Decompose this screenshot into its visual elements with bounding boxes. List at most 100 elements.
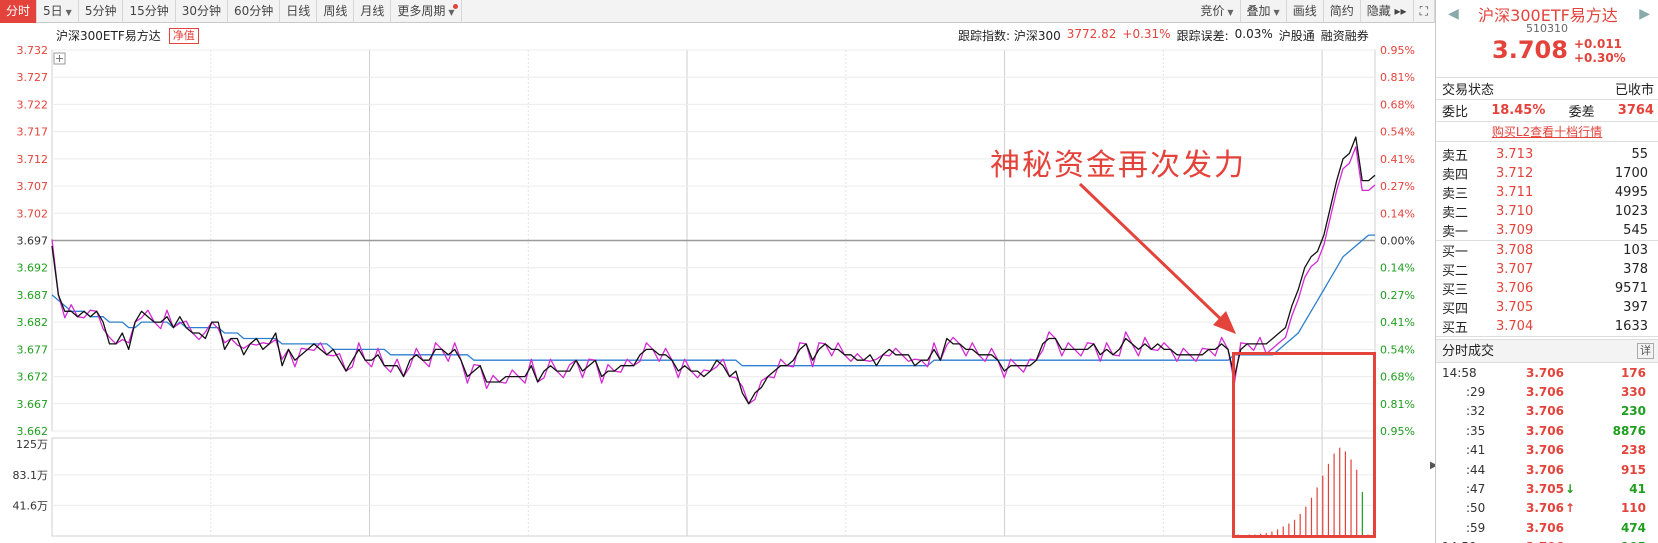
tick-time: :59	[1466, 520, 1486, 535]
toolbar-button-label: 画线	[1292, 4, 1317, 18]
order-book-price: 3.711	[1496, 185, 1534, 200]
order-book-vol: 397	[1623, 300, 1648, 315]
toolbar-button[interactable]: 60分钟	[228, 0, 281, 23]
toolbar-button[interactable]: 5日 ▼	[37, 0, 79, 23]
last-price: 3.708	[1492, 36, 1568, 64]
volume-pane-frame	[51, 437, 1376, 537]
toolbar-button[interactable]: 竞价 ▼	[1194, 0, 1241, 23]
y-right-tick-label: 0.95%	[1380, 425, 1415, 438]
y-left-tick-label: 3.692	[17, 262, 49, 275]
wc-value: 3764	[1617, 103, 1654, 118]
margin-link[interactable]: 融资融券	[1321, 27, 1369, 44]
tick-row: :41 3.706 238	[1436, 441, 1658, 460]
toolbar-button[interactable]: 日线	[280, 0, 318, 23]
tick-price-cell: 3.706	[1526, 421, 1588, 440]
y-right-tick-label: 0.81%	[1380, 398, 1415, 411]
tick-price: 3.706	[1526, 404, 1564, 419]
toolbar-button[interactable]: 更多周期 ▼	[391, 0, 462, 23]
ask-book: 卖五 3.713 55 卖四 3.712 1700 卖三 3.711 4995 卖二 3.710 10…	[1436, 145, 1658, 241]
y-left-tick-label: 3.702	[17, 207, 49, 220]
order-book-row: 卖二 3.710 1023	[1436, 202, 1658, 221]
toolbar-button-label: 分时	[6, 4, 31, 18]
toolbar-button[interactable]: 周线	[317, 0, 355, 23]
price-change: +0.011 +0.30%	[1574, 37, 1626, 65]
order-ratio-row: 委比 18.45% 委差 3764	[1436, 100, 1658, 122]
chart-tools: 竞价 ▼ 叠加 ▼ 画线 简约 隐藏 ▸▸ ⛶	[1194, 0, 1435, 23]
toolbar-button[interactable]: 15分钟	[123, 0, 176, 23]
hgt-link[interactable]: 沪股通	[1279, 27, 1315, 44]
trade-status-row: 交易状态 已收市	[1436, 78, 1658, 100]
volume-tick-label: 83.1万	[13, 469, 49, 482]
tick-time: :47	[1466, 482, 1486, 497]
tick-row: :29 3.706 330	[1436, 382, 1658, 401]
order-book-price: 3.710	[1496, 204, 1534, 219]
tracking-info: 跟踪指数: 沪深300 3772.82 +0.31% 跟踪误差: 0.03% 沪…	[958, 27, 1375, 44]
tick-price-cell: 3.706	[1526, 518, 1588, 537]
ticks-header: 分时成交 详	[1436, 339, 1658, 363]
toolbar-button[interactable]: 画线	[1287, 0, 1324, 23]
intraday-chart[interactable]: 3.732 0.95% 3.727 0.81% 3.722 0.68% 3.717 0.54%…	[0, 44, 1435, 543]
tick-row: :35 3.706 8876	[1436, 421, 1658, 440]
fund-name: 沪深300ETF易方达	[56, 29, 161, 43]
tick-row: 14:593.706105	[1436, 538, 1658, 543]
order-book-label: 卖一	[1442, 225, 1469, 240]
fund-info: 沪深300ETF易方达 净值	[56, 27, 199, 44]
order-book-vol: 1023	[1614, 204, 1648, 219]
tick-volume: 230	[1620, 404, 1646, 419]
track-error-value: 0.03%	[1234, 27, 1273, 41]
volume-tick-label: 41.6万	[13, 499, 49, 512]
track-index-label: 跟踪指数: 沪深300	[958, 29, 1061, 43]
y-left-tick-label: 3.667	[17, 398, 49, 411]
y-left-tick-label: 3.717	[17, 126, 49, 139]
nav-badge[interactable]: 净值	[168, 27, 199, 44]
toolbar-button[interactable]: ⛶	[1414, 0, 1435, 23]
highlight-box	[1232, 352, 1376, 538]
toolbar-button-label: 隐藏 ▸▸	[1366, 4, 1407, 18]
l2-upgrade-link[interactable]: 购买L2查看十档行情	[1436, 122, 1658, 142]
y-left-tick-label: 3.672	[17, 371, 49, 384]
y-left-tick-label: 3.697	[17, 235, 49, 248]
toolbar-button[interactable]: 30分钟	[176, 0, 229, 23]
quote-header: ◀ 沪深300ETF易方达 ▶ 510310 3.708 +0.011 +0.3…	[1436, 0, 1658, 78]
ticks-detail-button[interactable]: 详	[1637, 343, 1654, 359]
tick-time: 14:58	[1442, 365, 1477, 380]
tick-time: :35	[1466, 423, 1486, 438]
toolbar-button[interactable]: 月线	[354, 0, 392, 23]
tick-row: :47 3.705↓ 41	[1436, 479, 1658, 498]
chart-toolbar: 分时 5日 ▼ 5分钟 15分钟 30分钟 60分钟 日线 周线 月线 更多周期 ▼ 竞价 ▼ 叠加 ▼ 画线…	[0, 0, 1435, 23]
toolbar-button[interactable]: 简约	[1324, 0, 1361, 23]
y-right-tick-label: 0.41%	[1380, 153, 1415, 166]
annotation-text: 神秘资金再次发力	[990, 148, 1246, 183]
tick-price: 3.706	[1526, 501, 1564, 516]
tick-price: 3.706	[1526, 423, 1564, 438]
tick-volume: 105	[1588, 538, 1658, 543]
quote-panel: ◀ 沪深300ETF易方达 ▶ 510310 3.708 +0.011 +0.3…	[1435, 0, 1658, 543]
tick-row: :32 3.706 230	[1436, 402, 1658, 421]
next-stock-icon[interactable]: ▶	[1639, 6, 1650, 22]
tick-price: 3.706	[1526, 520, 1564, 535]
tick-price-cell: 3.706	[1526, 538, 1588, 543]
wb-label: 委比	[1442, 105, 1469, 120]
track-error-label: 跟踪误差:	[1176, 29, 1229, 43]
annotation-arrow	[1078, 182, 1230, 328]
tick-price: 3.706	[1526, 365, 1564, 380]
prev-stock-icon[interactable]: ◀	[1448, 6, 1459, 22]
toolbar-button[interactable]: 分时	[0, 0, 38, 23]
toolbar-button[interactable]: 叠加 ▼	[1241, 0, 1287, 23]
y-left-tick-label: 3.732	[17, 44, 49, 57]
tick-price-cell: 3.706	[1526, 363, 1588, 382]
order-book-label: 卖二	[1442, 206, 1469, 221]
toolbar-button[interactable]: 隐藏 ▸▸	[1361, 0, 1414, 23]
tick-price-cell: 3.706	[1526, 460, 1588, 479]
order-book-row: 卖一 3.709 545	[1436, 221, 1658, 241]
y-left-tick-label: 3.682	[17, 316, 49, 329]
notification-dot	[452, 4, 458, 9]
change-amount: +0.011	[1574, 37, 1623, 51]
y-right-tick-label: 0.14%	[1380, 262, 1415, 275]
tick-price: 3.705	[1526, 482, 1564, 497]
order-book-label: 卖四	[1442, 168, 1469, 183]
y-right-tick-label: 0.00%	[1380, 235, 1415, 248]
tick-price: 3.706	[1526, 443, 1564, 458]
tick-time: :29	[1466, 385, 1486, 400]
toolbar-button[interactable]: 5分钟	[79, 0, 124, 23]
